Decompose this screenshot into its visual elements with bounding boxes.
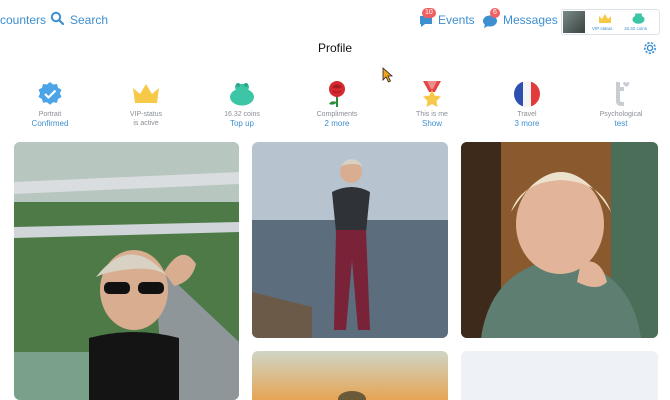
photo-image xyxy=(461,142,658,338)
achievement-action[interactable]: test xyxy=(576,119,666,129)
photo-image xyxy=(14,142,239,400)
achievement-label: VIP-status is active xyxy=(129,111,163,127)
page-title: Profile xyxy=(317,41,352,55)
achievement-action[interactable]: 2 more xyxy=(292,119,382,129)
messages-count-badge: 6 xyxy=(490,8,500,18)
achievement-label: Travel xyxy=(517,111,537,118)
crown-mini-icon xyxy=(599,14,611,23)
verified-badge-icon xyxy=(38,82,62,105)
coins-mini-label: 16.32 coins xyxy=(624,26,648,31)
user-menu[interactable]: VIP status 16.32 coins xyxy=(561,9,660,35)
messages-label: Messages xyxy=(503,13,558,27)
rose-icon xyxy=(329,81,345,107)
achievement-compliments[interactable]: Compliments 2 more xyxy=(292,78,382,129)
vip-status-mini-label: VIP status xyxy=(592,26,613,31)
photo-image xyxy=(252,351,448,400)
achievement-label: This is me xyxy=(416,111,448,118)
photo-placeholder[interactable] xyxy=(461,351,658,400)
encounters-link[interactable]: counters xyxy=(0,13,46,27)
achievement-coins[interactable]: 16.32 coins Top up xyxy=(197,78,287,129)
medal-icon xyxy=(423,81,441,107)
profile-photo-2[interactable] xyxy=(252,142,448,338)
achievement-travel[interactable]: Travel 3 more xyxy=(482,78,572,129)
achievement-label: Portrait xyxy=(38,111,62,118)
achievement-label: Compliments xyxy=(316,111,358,118)
search-link[interactable]: Search xyxy=(70,13,108,27)
achievement-label: Psychological xyxy=(599,111,643,118)
avatar xyxy=(563,11,585,33)
achievement-label: 16.32 coins xyxy=(224,111,260,118)
top-bar: counters Search 10 Events 6 Messages VIP… xyxy=(0,0,670,40)
achievement-action[interactable]: Show xyxy=(387,119,477,129)
achievement-action[interactable]: Top up xyxy=(197,119,287,129)
achievement-vip-status[interactable]: VIP-status is active xyxy=(101,78,191,128)
photo-image xyxy=(252,142,448,338)
crown-icon xyxy=(133,84,159,103)
france-flag-icon xyxy=(514,81,540,107)
achievement-portrait[interactable]: Portrait Confirmed xyxy=(5,78,95,129)
profile-photo-3[interactable] xyxy=(461,142,658,338)
search-icon[interactable] xyxy=(50,11,64,25)
achievement-this-is-me[interactable]: This is me Show xyxy=(387,78,477,129)
events-count-badge: 10 xyxy=(422,8,436,18)
psychological-test-icon xyxy=(616,82,630,106)
coin-purse-mini-icon xyxy=(632,13,645,24)
achievement-action[interactable]: Confirmed xyxy=(5,119,95,129)
profile-photo-1[interactable] xyxy=(14,142,239,400)
events-label: Events xyxy=(438,13,475,27)
achievement-psychological-test[interactable]: Psychological test xyxy=(576,78,666,129)
achievement-action[interactable]: 3 more xyxy=(482,119,572,129)
coin-purse-icon xyxy=(230,83,254,106)
profile-photo-4[interactable] xyxy=(252,351,448,400)
gear-icon[interactable] xyxy=(642,40,658,56)
